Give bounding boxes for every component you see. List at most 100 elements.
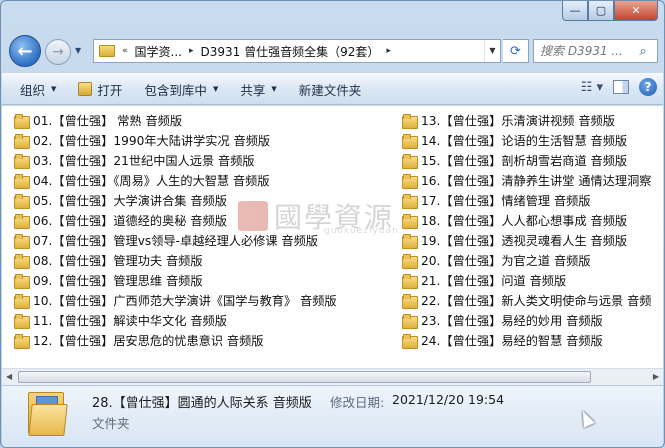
- folder-icon: [14, 233, 30, 249]
- list-item[interactable]: 03.【曾仕强】21世纪中国人远景 音频版: [14, 150, 255, 170]
- open-folder-icon: [78, 82, 93, 96]
- minimize-button[interactable]: —: [562, 1, 588, 21]
- scroll-thumb[interactable]: [18, 371, 591, 383]
- list-item-label: 09.【曾仕强】管理思维 音频版: [33, 274, 203, 288]
- list-item-label: 19.【曾仕强】透视灵魂看人生 音频版: [421, 234, 628, 248]
- list-item-label: 15.【曾仕强】剖析胡雪岩商道 音频版: [421, 154, 628, 168]
- list-item[interactable]: 08.【曾仕强】管理功夫 音频版: [14, 250, 203, 270]
- list-item[interactable]: 20.【曾仕强】为官之道 音频版: [402, 250, 591, 270]
- list-item[interactable]: 02.【曾仕强】1990年大陆讲学实况 音频版: [14, 130, 270, 150]
- list-item[interactable]: 10.【曾仕强】广西师范大学演讲《国学与教育》 音频版: [14, 290, 337, 310]
- share-label: 共享: [240, 82, 266, 98]
- list-item-label: 13.【曾仕强】乐清演讲视频 音频版: [421, 114, 615, 128]
- folder-icon: [14, 273, 30, 289]
- include-label: 包含到库中: [144, 82, 207, 98]
- breadcrumb-overflow[interactable]: «: [119, 46, 131, 56]
- list-item-label: 21.【曾仕强】问道 音频版: [421, 274, 567, 288]
- list-item[interactable]: 01.【曾仕强】 常熟 音频版: [14, 110, 182, 130]
- scroll-left-icon[interactable]: ◀: [6, 372, 12, 381]
- list-item-label: 24.【曾仕强】易经的智慧 音频版: [421, 334, 603, 348]
- folder-icon: [14, 253, 30, 269]
- new-folder-button[interactable]: 新建文件夹: [299, 80, 362, 99]
- refresh-icon: ⟳: [510, 43, 521, 59]
- preview-pane-icon[interactable]: [613, 80, 629, 94]
- list-item[interactable]: 13.【曾仕强】乐清演讲视频 音频版: [402, 110, 615, 130]
- list-item-label: 16.【曾仕强】清静养生讲堂 通情达理洞察: [421, 174, 652, 188]
- view-options-icon[interactable]: ☷ ▾: [581, 80, 603, 95]
- share-button[interactable]: 共享 ▼: [240, 80, 276, 99]
- folder-icon: [402, 293, 418, 309]
- address-dropdown-icon[interactable]: ▼: [484, 40, 500, 62]
- breadcrumb-parent[interactable]: 国学资...: [131, 43, 186, 60]
- list-item[interactable]: 05.【曾仕强】大学演讲合集 音频版: [14, 190, 227, 210]
- folder-icon: [402, 233, 418, 249]
- help-icon[interactable]: ?: [639, 78, 657, 96]
- list-item-label: 14.【曾仕强】论语的生活智慧 音频版: [421, 134, 628, 148]
- list-item[interactable]: 21.【曾仕强】问道 音频版: [402, 270, 566, 290]
- breadcrumb-separator[interactable]: ▸: [383, 46, 394, 56]
- list-item[interactable]: 04.【曾仕强】《周易》人生的大智慧 音频版: [14, 170, 270, 190]
- folder-icon: [402, 333, 418, 349]
- scroll-right-icon[interactable]: ▶: [653, 372, 659, 381]
- breadcrumb-current[interactable]: D3931 曾仕强音频全集（92套）: [197, 43, 384, 60]
- list-item-label: 05.【曾仕强】大学演讲合集 音频版: [33, 194, 227, 208]
- organize-label: 组织: [20, 82, 46, 98]
- list-item[interactable]: 12.【曾仕强】居安思危的忧患意识 音频版: [14, 330, 263, 350]
- list-item[interactable]: 15.【曾仕强】剖析胡雪岩商道 音频版: [402, 150, 627, 170]
- list-item[interactable]: 17.【曾仕强】情绪管理 音频版: [402, 190, 591, 210]
- open-button[interactable]: 打开: [78, 80, 122, 99]
- list-item[interactable]: 09.【曾仕强】管理思维 音频版: [14, 270, 203, 290]
- list-item[interactable]: 23.【曾仕强】易经的妙用 音频版: [402, 310, 603, 330]
- folder-icon: [14, 173, 30, 189]
- close-button[interactable]: ✕: [614, 1, 658, 21]
- list-item[interactable]: 06.【曾仕强】道德经的奥秘 音频版: [14, 210, 227, 230]
- forward-button[interactable]: →: [45, 39, 71, 65]
- list-item-label: 03.【曾仕强】21世纪中国人远景 音频版: [33, 154, 255, 168]
- list-item-label: 10.【曾仕强】广西师范大学演讲《国学与教育》 音频版: [33, 294, 337, 308]
- list-item-label: 18.【曾仕强】人人都心想事成 音频版: [421, 214, 628, 228]
- list-item[interactable]: 07.【曾仕强】管理vs领导-卓越经理人必修课 音频版: [14, 230, 318, 250]
- list-item-label: 06.【曾仕强】道德经的奥秘 音频版: [33, 214, 227, 228]
- list-item-label: 11.【曾仕强】解读中华文化 音频版: [33, 314, 227, 328]
- maximize-button[interactable]: ▢: [588, 1, 614, 21]
- list-item-label: 01.【曾仕强】 常熟 音频版: [33, 114, 183, 128]
- modified-date-value: 2021/12/20 19:54: [392, 392, 505, 407]
- search-input[interactable]: [534, 44, 634, 58]
- folder-icon: [14, 193, 30, 209]
- new-folder-label: 新建文件夹: [298, 82, 362, 98]
- folder-icon: [402, 173, 418, 189]
- list-item[interactable]: 16.【曾仕强】清静养生讲堂 通情达理洞察: [402, 170, 651, 190]
- list-item-label: 08.【曾仕强】管理功夫 音频版: [33, 254, 203, 268]
- explorer-window: — ▢ ✕ ← → ▼ « 国学资... ▸ D3931 曾仕强音频全集（92套…: [0, 0, 665, 448]
- horizontal-scrollbar[interactable]: ◀ ▶: [2, 368, 663, 385]
- folder-icon: [402, 253, 418, 269]
- command-bar: 组织 ▼ 打开 包含到库中 ▼ 共享 ▼ 新建文件夹 ☷ ▾ ?: [2, 73, 663, 105]
- modified-date-label: 修改日期:: [330, 395, 385, 410]
- breadcrumb-separator[interactable]: ▸: [186, 46, 197, 56]
- selected-item-name: 28.【曾仕强】圆通的人际关系 音频版: [92, 396, 312, 411]
- recent-pages-dropdown-icon[interactable]: ▼: [75, 46, 81, 55]
- search-icon[interactable]: ⌕: [634, 44, 652, 59]
- list-item[interactable]: 24.【曾仕强】易经的智慧 音频版: [402, 330, 603, 350]
- chevron-down-icon: ▼: [212, 85, 219, 93]
- back-button[interactable]: ←: [9, 35, 41, 67]
- search-box[interactable]: ⌕: [533, 39, 658, 63]
- include-in-library-button[interactable]: 包含到库中 ▼: [144, 80, 218, 99]
- list-item[interactable]: 11.【曾仕强】解读中华文化 音频版: [14, 310, 227, 330]
- chevron-down-icon: ▼: [51, 85, 57, 93]
- folder-icon: [14, 153, 30, 169]
- organize-button[interactable]: 组织 ▼: [20, 80, 56, 99]
- mouse-cursor-icon: [577, 408, 595, 428]
- list-item[interactable]: 14.【曾仕强】论语的生活智慧 音频版: [402, 130, 627, 150]
- list-item[interactable]: 19.【曾仕强】透视灵魂看人生 音频版: [402, 230, 627, 250]
- folder-icon: [402, 273, 418, 289]
- watermark-subtext: guoxueziyuan: [324, 226, 399, 236]
- address-bar[interactable]: « 国学资... ▸ D3931 曾仕强音频全集（92套） ▸ ▼: [93, 39, 501, 63]
- list-item[interactable]: 22.【曾仕强】新人类文明使命与远景 音频: [402, 290, 651, 310]
- list-item-label: 04.【曾仕强】《周易》人生的大智慧 音频版: [33, 174, 270, 188]
- folder-icon: [99, 45, 115, 57]
- refresh-button[interactable]: ⟳: [503, 39, 529, 63]
- folder-icon: [402, 193, 418, 209]
- list-item[interactable]: 18.【曾仕强】人人都心想事成 音频版: [402, 210, 627, 230]
- item-type: 文件夹: [92, 416, 130, 431]
